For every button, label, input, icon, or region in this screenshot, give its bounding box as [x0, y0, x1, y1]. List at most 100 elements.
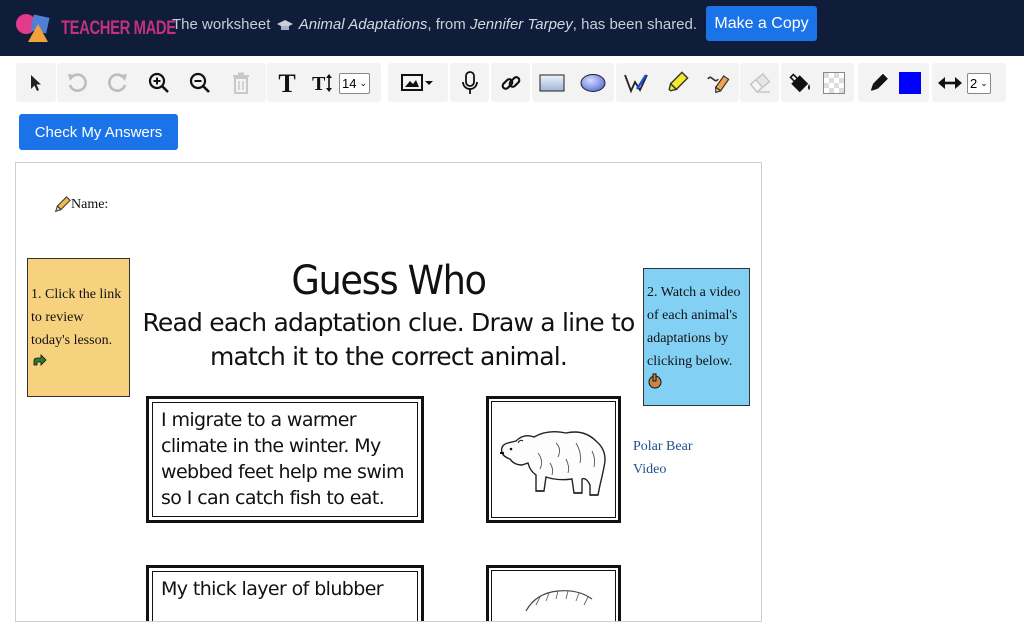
pencil-scribble-icon — [706, 74, 729, 93]
make-a-copy-button[interactable]: Make a Copy — [706, 6, 817, 41]
record-audio-button[interactable] — [450, 63, 489, 102]
text-tool-button[interactable]: T — [267, 63, 306, 102]
text-size-button[interactable]: T — [308, 63, 338, 102]
fill-color-swatch[interactable] — [819, 63, 849, 102]
tool-group-text: T T 14 ⌄ — [267, 63, 381, 102]
zoom-in-button[interactable] — [139, 63, 178, 102]
author-name: Jennifer Tarpey — [469, 16, 573, 33]
tool-group-shapes — [532, 63, 614, 102]
tool-group-audio — [450, 63, 489, 102]
worksheet-canvas[interactable]: Name: 1. Click the link to review today'… — [15, 162, 762, 622]
worksheet-instructions: Read each adaptation clue. Draw a line t… — [142, 308, 635, 371]
scribble-tool-button[interactable] — [698, 63, 737, 102]
share-suffix: , has been shared. — [572, 16, 698, 33]
pen-nib-icon — [623, 73, 648, 93]
tool-group-link — [491, 63, 530, 102]
polar-bear-icon — [499, 430, 606, 496]
top-bar: TEACHER MADE The worksheet Animal Adapta… — [0, 0, 1024, 56]
line-width-select[interactable]: 2 ⌄ — [967, 73, 991, 94]
ellipse-tool-button[interactable] — [573, 63, 612, 102]
double-arrow-icon — [938, 76, 962, 89]
worksheet-heading: Guess Who Read each adaptation clue. Dra… — [136, 258, 641, 374]
logo-mark-icon — [16, 14, 50, 42]
pen-tool-button[interactable] — [616, 63, 655, 102]
tool-group-pen-color — [858, 63, 929, 102]
zoom-out-icon — [189, 72, 210, 93]
fill-bucket-button[interactable] — [785, 63, 817, 102]
name-label: Name: — [71, 197, 109, 212]
clue-text: I migrate to a warmer climate in the win… — [152, 402, 418, 517]
font-size-value: 14 — [342, 76, 357, 91]
highlighter-button[interactable] — [657, 63, 696, 102]
undo-icon — [67, 72, 87, 92]
tool-group-image — [388, 63, 448, 102]
sticky-note-lesson[interactable]: 1. Click the link to review today's less… — [27, 258, 130, 397]
line-width-value: 2 — [970, 76, 978, 91]
share-prefix: The worksheet — [172, 16, 271, 33]
teacher-made-logo[interactable]: TEACHER MADE — [14, 12, 176, 44]
polar-bear-video-link[interactable]: Polar Bear Video — [633, 435, 713, 481]
trash-icon — [232, 72, 249, 94]
clue-card: My thick layer of blubber — [146, 565, 424, 621]
sticky-note-video[interactable]: 2. Watch a video of each animal's adapta… — [643, 268, 750, 406]
animal-image — [491, 570, 616, 621]
rectangle-tool-button[interactable] — [532, 63, 571, 102]
delete-button[interactable] — [221, 63, 260, 102]
worksheet-title: Guess Who — [291, 258, 487, 304]
share-message: The worksheet Animal Adaptations, from J… — [172, 16, 697, 33]
redo-icon — [107, 72, 127, 92]
text-t-icon: T — [278, 71, 295, 95]
cursor-icon — [30, 74, 41, 91]
eraser-button[interactable] — [740, 63, 779, 102]
tool-group-draw — [616, 63, 739, 102]
check-my-answers-button[interactable]: Check My Answers — [19, 114, 178, 150]
rectangle-icon — [539, 74, 564, 91]
name-field[interactable]: Name: — [53, 196, 108, 214]
font-size-select[interactable]: 14 ⌄ — [339, 73, 371, 94]
pointing-hand-icon — [648, 373, 662, 389]
ellipse-icon — [580, 73, 605, 92]
chevron-down-icon: ⌄ — [980, 78, 988, 88]
clue-text: My thick layer of blubber — [152, 571, 418, 621]
polar-bear-image — [491, 401, 616, 518]
paint-bucket-icon — [789, 72, 810, 92]
image-icon — [401, 73, 433, 91]
note1-text: 1. Click the link to review today's less… — [31, 287, 122, 348]
tool-group-select — [16, 63, 56, 102]
undo-button[interactable] — [57, 63, 96, 102]
walrus-sketch-icon — [524, 590, 592, 612]
tool-group-fill — [781, 63, 854, 102]
redo-button[interactable] — [98, 63, 137, 102]
microphone-icon — [461, 70, 478, 94]
text-size-icon: T — [312, 73, 332, 94]
tool-group-line-width: 2 ⌄ — [932, 63, 1006, 102]
clue-card: I migrate to a warmer climate in the win… — [146, 396, 424, 523]
svg-text:T: T — [312, 73, 326, 94]
pen-color-swatch[interactable] — [895, 63, 925, 102]
worksheet-title: Animal Adaptations — [298, 16, 428, 33]
marker-icon — [870, 73, 888, 91]
grad-hat-icon — [276, 20, 293, 31]
chevron-down-icon: ⌄ — [359, 78, 368, 88]
insert-image-button[interactable] — [394, 63, 442, 102]
highlighter-icon — [667, 70, 689, 92]
insert-link-button[interactable] — [491, 63, 530, 102]
link-icon — [501, 75, 520, 90]
line-width-button[interactable] — [932, 63, 968, 102]
link-arrow-icon[interactable] — [31, 352, 47, 368]
share-from: , from — [427, 16, 466, 33]
zoom-out-button[interactable] — [180, 63, 219, 102]
pen-color-button[interactable] — [862, 63, 894, 102]
tool-group-eraser — [740, 63, 779, 102]
animal-picture-card — [486, 396, 621, 523]
eraser-icon — [749, 72, 770, 93]
pencil-icon — [54, 196, 71, 213]
logo-text: TEACHER MADE — [61, 18, 176, 39]
zoom-in-icon — [148, 72, 169, 93]
select-arrow-button[interactable] — [16, 63, 55, 102]
animal-picture-card — [486, 565, 621, 621]
svg-text:T: T — [278, 71, 295, 95]
color-swatch-icon — [899, 71, 921, 94]
transparent-swatch-icon — [823, 71, 845, 94]
tool-group-edit — [57, 63, 266, 102]
